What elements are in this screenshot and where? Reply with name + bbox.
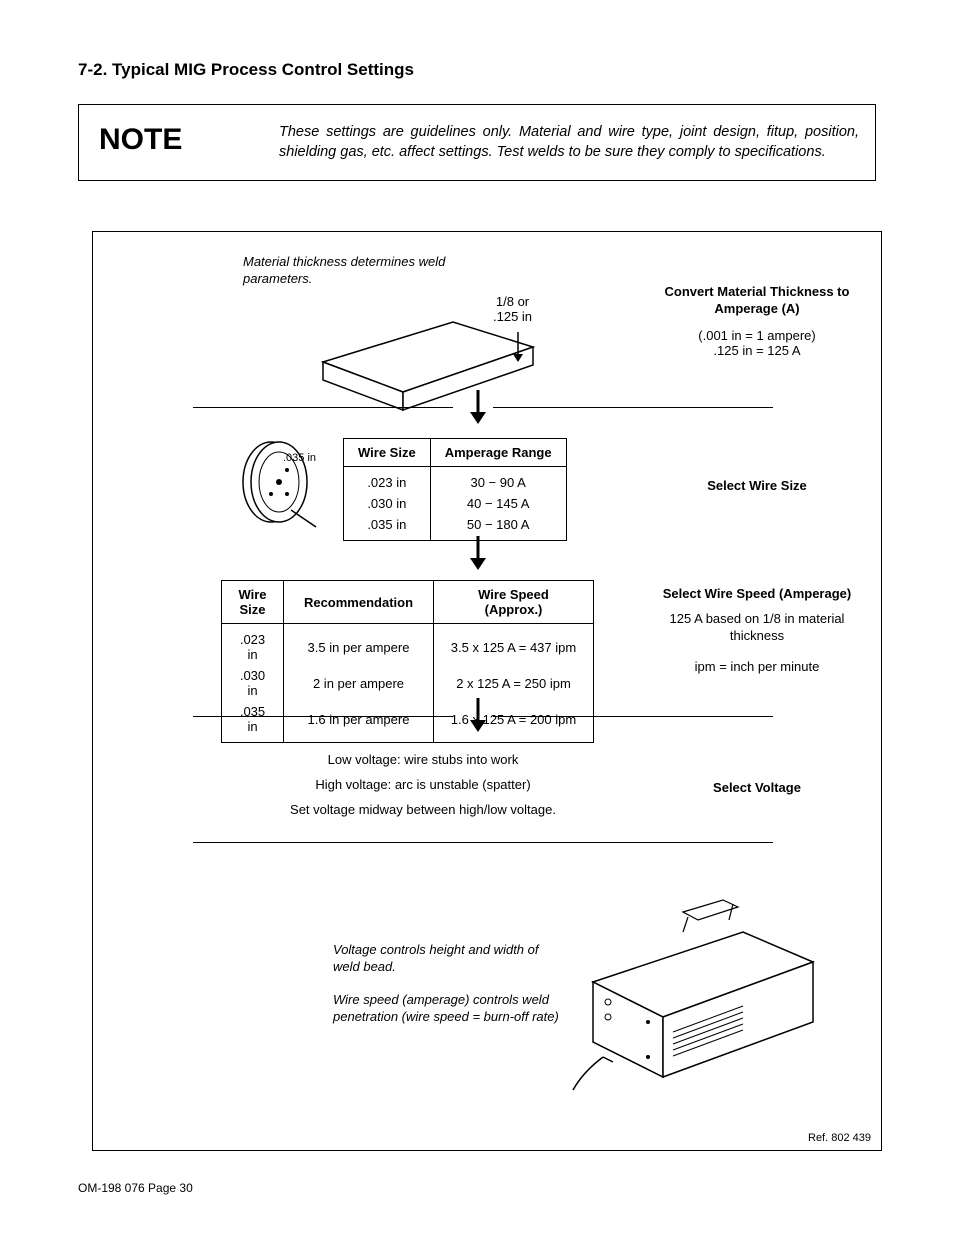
table-cell: 2 x 125 A = 250 ipm [434,665,594,701]
th-recommendation: Recommendation [284,581,434,624]
table-cell: 1.6 x 125 A = 200 ipm [434,701,594,743]
note-text: These settings are guidelines only. Mate… [279,105,875,180]
spool-label: .035 in [283,452,316,464]
divider [493,716,773,717]
step3-side-title: Select Wire Speed (Amperage) [653,586,861,603]
step5-caption1: Voltage controls height and width of wel… [333,942,563,976]
wire-spool-icon [231,432,331,532]
down-arrow-icon [469,698,487,732]
step1-caption: Material thickness determines weld param… [243,254,473,288]
flow-diagram: Material thickness determines weld param… [92,231,882,1151]
voltage-line: Set voltage midway between high/low volt… [193,798,653,823]
table-cell: .023 in [344,467,431,494]
wire-speed-table: Wire Size Recommendation Wire Speed (App… [221,580,594,743]
step1-side-line1: (.001 in = 1 ampere) [653,328,861,343]
voltage-line: Low voltage: wire stubs into work [193,748,653,773]
th-wire-size: Wire Size [222,581,284,624]
reference-number: Ref. 802 439 [808,1132,871,1144]
section-title: 7-2. Typical MIG Process Control Setting… [78,60,876,80]
divider [193,842,773,843]
step1-side-line2: .125 in = 125 A [653,343,861,358]
voltage-line: High voltage: arc is unstable (spatter) [193,773,653,798]
table-cell: .035 in [222,701,284,743]
table-cell: 2 in per ampere [284,665,434,701]
note-box: NOTE These settings are guidelines only.… [78,104,876,181]
page-footer: OM-198 076 Page 30 [78,1181,193,1195]
th-wire-size: Wire Size [344,439,431,467]
step1-side-title: Convert Material Thickness to Amperage (… [653,284,861,318]
welder-machine-icon [553,862,833,1092]
table-cell: 3.5 in per ampere [284,624,434,666]
step5-caption2: Wire speed (amperage) controls weld pene… [333,992,583,1026]
th-amp-range: Amperage Range [430,439,566,467]
table-cell: 30 − 90 A [430,467,566,494]
table-cell: .023 in [222,624,284,666]
divider [193,716,453,717]
table-cell: 1.6 in per ampere [284,701,434,743]
table-cell: .030 in [222,665,284,701]
table-cell: 50 − 180 A [430,514,566,541]
note-label: NOTE [79,105,279,175]
thickness-label: 1/8 or .125 in [493,294,532,324]
step3-side-line1: 125 A based on 1/8 in material thickness [653,611,861,645]
step4-side-title: Select Voltage [653,780,861,795]
thickness-arrow-icon [511,332,525,362]
down-arrow-icon [469,390,487,424]
step2-side-title: Select Wire Size [653,478,861,493]
table-cell: 40 − 145 A [430,493,566,514]
wire-size-table: Wire SizeAmperage Range .023 in30 − 90 A… [343,438,567,541]
divider [193,407,453,408]
down-arrow-icon [469,536,487,570]
step3-side-line2: ipm = inch per minute [653,659,861,674]
th-wire-speed: Wire Speed (Approx.) [434,581,594,624]
table-cell: 3.5 x 125 A = 437 ipm [434,624,594,666]
table-cell: .035 in [344,514,431,541]
table-cell: .030 in [344,493,431,514]
divider [493,407,773,408]
